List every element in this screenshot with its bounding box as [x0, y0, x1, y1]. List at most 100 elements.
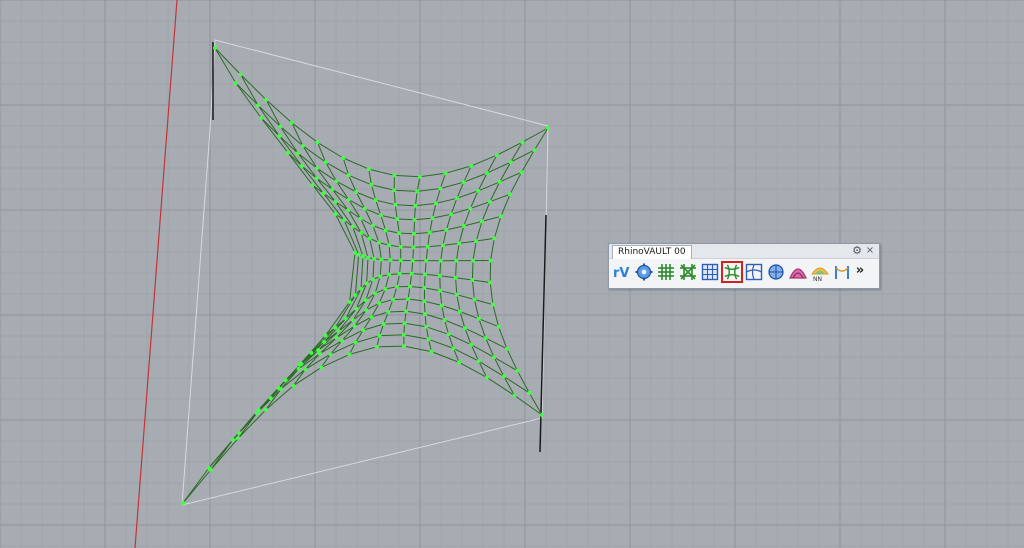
mesh-node[interactable]: [446, 332, 451, 337]
mesh-edge[interactable]: [316, 167, 333, 190]
mesh-node[interactable]: [483, 336, 488, 341]
mesh-node[interactable]: [353, 340, 358, 345]
mesh-edge[interactable]: [472, 279, 491, 283]
mesh-node[interactable]: [520, 140, 525, 145]
mesh-node[interactable]: [508, 192, 513, 197]
mesh-edge[interactable]: [471, 154, 497, 167]
mesh-node[interactable]: [498, 214, 503, 219]
mesh-edge[interactable]: [474, 299, 494, 306]
mesh-node[interactable]: [341, 156, 346, 160]
mesh-edge[interactable]: [210, 437, 239, 471]
mesh-node[interactable]: [310, 183, 315, 188]
mesh-node[interactable]: [488, 280, 493, 285]
mesh-edge[interactable]: [455, 277, 458, 295]
mesh-edge[interactable]: [439, 275, 456, 279]
mesh-node[interactable]: [458, 309, 462, 314]
mesh-node[interactable]: [296, 366, 301, 371]
mesh-edge[interactable]: [257, 105, 280, 137]
mesh-edge[interactable]: [473, 299, 480, 319]
mesh-edge[interactable]: [492, 304, 500, 327]
mesh-node[interactable]: [319, 365, 324, 370]
mesh-node[interactable]: [470, 278, 475, 282]
dual-grid-icon[interactable]: [677, 261, 699, 283]
mesh-node[interactable]: [303, 367, 308, 372]
mesh-node[interactable]: [472, 297, 477, 302]
mesh-node[interactable]: [295, 151, 300, 156]
mesh-node[interactable]: [438, 186, 443, 191]
mesh-node[interactable]: [300, 143, 305, 148]
mesh-node[interactable]: [438, 258, 443, 263]
mesh-node[interactable]: [366, 255, 370, 260]
mesh-node[interactable]: [504, 346, 509, 351]
mesh-node[interactable]: [457, 241, 462, 246]
mesh-node[interactable]: [334, 179, 339, 184]
mesh-edge[interactable]: [459, 311, 466, 329]
mesh-node[interactable]: [352, 324, 357, 329]
mesh-edge[interactable]: [481, 215, 502, 222]
mesh-edge[interactable]: [424, 274, 426, 288]
mesh-node[interactable]: [422, 285, 427, 290]
close-icon[interactable]: ×: [864, 244, 876, 258]
mesh-node[interactable]: [395, 217, 400, 221]
mesh-node[interactable]: [501, 374, 506, 379]
mesh-node[interactable]: [408, 284, 412, 289]
mesh-node[interactable]: [413, 203, 418, 208]
mesh-node[interactable]: [238, 72, 243, 77]
mesh-node[interactable]: [423, 272, 428, 277]
mesh-node[interactable]: [356, 252, 361, 257]
mesh-node[interactable]: [410, 258, 415, 263]
mesh-grid-icon[interactable]: [699, 261, 721, 283]
mesh-node[interactable]: [377, 333, 382, 338]
mesh-node[interactable]: [364, 281, 369, 286]
mesh-edge[interactable]: [388, 260, 391, 275]
panel-title-tab[interactable]: RhinoVAULT 00: [612, 245, 692, 259]
mesh-node[interactable]: [328, 352, 333, 357]
mesh-edge[interactable]: [343, 157, 369, 170]
mesh-edge[interactable]: [316, 167, 337, 182]
mesh-node[interactable]: [285, 150, 290, 155]
mesh-edge[interactable]: [476, 237, 495, 242]
mesh-edge[interactable]: [379, 299, 394, 304]
mesh-node[interactable]: [412, 231, 416, 236]
mesh-edge[interactable]: [514, 394, 543, 416]
mesh-edge[interactable]: [394, 174, 420, 178]
mesh-node[interactable]: [346, 197, 351, 202]
mesh-node[interactable]: [378, 274, 383, 279]
mesh-node[interactable]: [362, 206, 367, 211]
mesh-node[interactable]: [256, 103, 261, 108]
mesh-node[interactable]: [480, 219, 484, 224]
mesh-node[interactable]: [406, 297, 411, 301]
mesh-node[interactable]: [354, 190, 359, 194]
mesh-node[interactable]: [289, 120, 294, 125]
mesh-node[interactable]: [346, 208, 351, 213]
rv-logo-icon[interactable]: rV: [611, 261, 633, 283]
mesh-edge[interactable]: [214, 47, 241, 75]
mesh-edge[interactable]: [379, 259, 382, 277]
mesh-node[interactable]: [278, 387, 283, 392]
mesh-node[interactable]: [334, 335, 339, 340]
mesh-node[interactable]: [488, 258, 493, 263]
mesh-node[interactable]: [508, 160, 513, 165]
mesh-edge[interactable]: [424, 287, 441, 292]
mesh-node[interactable]: [398, 244, 403, 249]
mesh-node[interactable]: [462, 326, 467, 331]
mesh-node[interactable]: [366, 167, 371, 172]
mesh-edge[interactable]: [335, 201, 349, 211]
mesh-edge[interactable]: [442, 242, 460, 246]
mesh-edge[interactable]: [323, 192, 345, 221]
mesh-edge[interactable]: [404, 322, 427, 328]
mesh-edge[interactable]: [260, 117, 289, 154]
mesh-edge[interactable]: [388, 245, 391, 261]
mesh-edge[interactable]: [368, 169, 372, 185]
mesh-edge[interactable]: [444, 319, 450, 335]
mesh-node[interactable]: [230, 437, 235, 442]
mesh-node[interactable]: [449, 212, 454, 217]
mesh-edge[interactable]: [260, 117, 280, 137]
mesh-edge[interactable]: [425, 246, 429, 261]
mesh-node[interactable]: [208, 467, 213, 472]
mesh-node[interactable]: [404, 309, 409, 314]
mesh-node[interactable]: [283, 378, 288, 383]
mesh-node[interactable]: [515, 368, 520, 373]
vault-icon[interactable]: [787, 261, 809, 283]
mesh-node[interactable]: [443, 171, 448, 176]
